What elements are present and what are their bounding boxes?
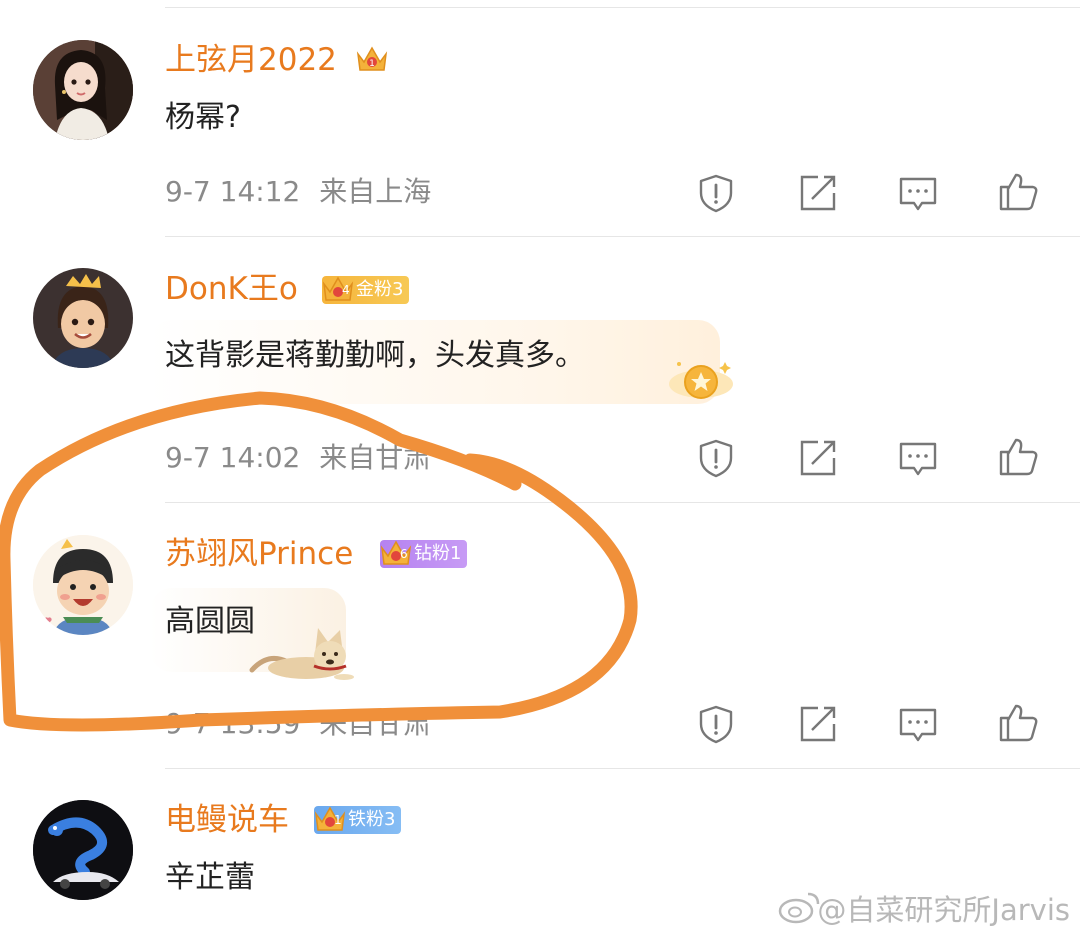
like-icon[interactable]: [996, 434, 1040, 478]
fan-badge[interactable]: 4 金粉3: [322, 276, 410, 304]
comment-text: 辛芷蕾: [165, 860, 255, 895]
reply-icon[interactable]: [896, 436, 940, 480]
reply-icon[interactable]: [896, 702, 940, 746]
report-icon[interactable]: [694, 702, 738, 746]
username[interactable]: 苏翊风Prince: [165, 534, 353, 574]
comment-meta: 9-7 13:59 来自甘肃: [165, 706, 431, 742]
comment-text: 杨幂?: [165, 100, 241, 135]
crown-badge-icon[interactable]: 1: [354, 40, 390, 76]
crown-badge-icon: [320, 270, 356, 306]
reply-icon[interactable]: [896, 171, 940, 215]
comment-location: 来自上海: [319, 175, 432, 208]
username[interactable]: DonK王o: [165, 269, 298, 309]
username[interactable]: 上弦月2022: [165, 40, 337, 80]
report-icon[interactable]: [694, 171, 738, 215]
avatar-boy-crown-icon: [33, 268, 133, 368]
share-icon[interactable]: [796, 702, 840, 746]
svg-text:1: 1: [369, 59, 375, 69]
avatar-girl-icon: [33, 40, 133, 140]
comment-time: 9-7 13:59: [165, 707, 301, 740]
avatar[interactable]: [33, 800, 133, 900]
share-icon[interactable]: [796, 171, 840, 215]
fan-badge[interactable]: 1 铁粉3: [314, 806, 402, 834]
share-icon[interactable]: [796, 436, 840, 480]
crown-badge-icon: [312, 800, 348, 836]
like-icon[interactable]: [996, 169, 1040, 213]
watermark-text: @自菜研究所Jarvis: [817, 893, 1070, 927]
comment-meta: 9-7 14:02 来自甘肃: [165, 440, 431, 476]
comment-location: 来自甘肃: [319, 441, 432, 474]
crown-level: 4: [342, 283, 350, 297]
avatar[interactable]: [33, 535, 133, 635]
crown-level: 1: [334, 813, 342, 827]
weibo-logo-icon: [778, 892, 820, 924]
avatar[interactable]: [33, 40, 133, 140]
crown-level: 6: [400, 547, 408, 561]
comment-text: 这背影是蒋勤勤啊，头发真多。: [165, 338, 585, 373]
comment-meta: 9-7 14:12 来自上海: [165, 174, 431, 210]
fan-badge-label: 铁粉3: [348, 809, 396, 830]
report-icon[interactable]: [694, 436, 738, 480]
comment-text: 高圆圆: [165, 604, 255, 639]
comment-time: 9-7 14:02: [165, 441, 301, 474]
fan-badge-label: 钻粉1: [414, 543, 462, 564]
avatar[interactable]: [33, 268, 133, 368]
username[interactable]: 电鳗说车: [165, 800, 289, 840]
like-icon[interactable]: [996, 700, 1040, 744]
comment-time: 9-7 14:12: [165, 175, 301, 208]
comment-location: 来自甘肃: [319, 707, 432, 740]
fan-badge[interactable]: 6 钻粉1: [380, 540, 468, 568]
crown-badge-icon: [378, 534, 414, 570]
avatar-cartoon-boy-icon: [33, 535, 133, 635]
avatar-eel-car-icon: [33, 800, 133, 900]
fan-badge-label: 金粉3: [356, 279, 404, 300]
